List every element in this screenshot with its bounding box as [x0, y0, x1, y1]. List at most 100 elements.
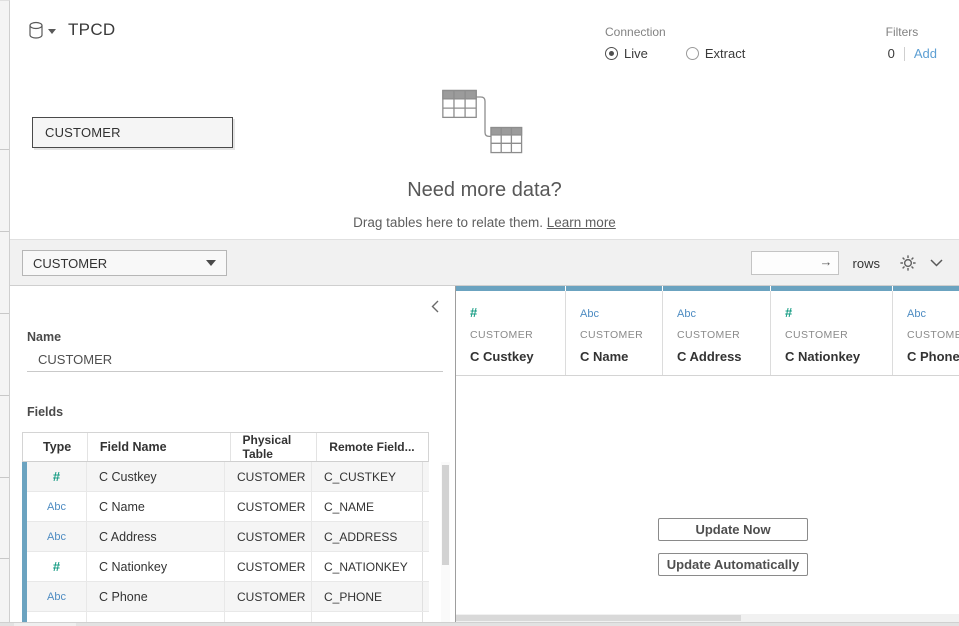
- physical-table-cell: CUSTOMER: [225, 462, 312, 491]
- column-table-caption: CUSTOMER: [907, 329, 959, 341]
- data-grid-hscrollbar[interactable]: [456, 614, 959, 622]
- empty-state-subtitle: Drag tables here to relate them. Learn m…: [10, 215, 959, 230]
- radio-extract-icon[interactable]: [686, 47, 699, 60]
- column-field-name: C Phone: [907, 349, 959, 364]
- grid-col-c-custkey[interactable]: # CUSTOMER C Custkey: [456, 286, 566, 375]
- field-name-cell: C Nationkey: [87, 552, 225, 581]
- relationship-canvas: TPCD Connection Live Extract Filters 0 A…: [10, 0, 959, 240]
- pane-tick: [0, 395, 9, 396]
- column-field-name: C Name: [580, 349, 662, 364]
- rows-label: rows: [853, 256, 880, 271]
- fields-label: Fields: [27, 405, 63, 419]
- string-type-icon: Abc: [580, 308, 599, 320]
- row-count-input-wrap: →: [751, 251, 839, 275]
- tableau-datasource-page: TPCD Connection Live Extract Filters 0 A…: [0, 0, 959, 626]
- table-details-panel: Name CUSTOMER Fields Type Field Name Phy…: [10, 286, 455, 626]
- filters-label: Filters: [886, 25, 937, 39]
- fields-table-scrollbar[interactable]: [441, 462, 450, 626]
- data-grid-header: # CUSTOMER C Custkey Abc CUSTOMER C Name: [456, 286, 959, 376]
- physical-table-cell: CUSTOMER: [225, 582, 312, 611]
- fields-table-body: # C Custkey CUSTOMER C_CUSTKEY Abc C Nam…: [22, 462, 429, 626]
- radio-live-icon[interactable]: [605, 47, 618, 60]
- lower-section: Name CUSTOMER Fields Type Field Name Phy…: [10, 286, 959, 626]
- update-now-button[interactable]: Update Now: [658, 518, 808, 541]
- pane-tick: [0, 558, 9, 559]
- filters-add-link[interactable]: Add: [914, 46, 937, 61]
- dropdown-caret-icon: [206, 260, 216, 266]
- database-icon[interactable]: [28, 21, 44, 40]
- remote-field-cell: C_NATIONKEY: [312, 552, 423, 581]
- empty-state: Need more data? Drag tables here to rela…: [10, 88, 959, 230]
- number-type-icon: #: [53, 469, 60, 484]
- pane-tick: [0, 149, 9, 150]
- column-table-caption: CUSTOMER: [785, 329, 892, 341]
- pane-tick: [0, 231, 9, 232]
- field-name-cell: C Custkey: [87, 462, 225, 491]
- data-grid-panel: # CUSTOMER C Custkey Abc CUSTOMER C Name: [456, 286, 959, 626]
- filters-count: 0: [888, 46, 895, 61]
- column-table-caption: CUSTOMER: [580, 329, 662, 341]
- window-bottom-edge: [0, 622, 959, 626]
- connection-label: Connection: [605, 25, 745, 39]
- column-field-name: C Address: [677, 349, 770, 364]
- field-row-c-custkey[interactable]: # C Custkey CUSTOMER C_CUSTKEY: [27, 462, 429, 492]
- pane-tick: [0, 313, 9, 314]
- field-name-cell: C Phone: [87, 582, 225, 611]
- col-header-field-name[interactable]: Field Name: [88, 433, 231, 461]
- fields-table: Type Field Name Physical Table Remote Fi…: [22, 432, 429, 626]
- field-row-c-nationkey[interactable]: # C Nationkey CUSTOMER C_NATIONKEY: [27, 552, 429, 582]
- datasource-name: TPCD: [68, 20, 115, 40]
- collapse-panel-chevron-icon[interactable]: [427, 298, 443, 314]
- column-table-caption: CUSTOMER: [470, 329, 565, 341]
- grid-col-c-address[interactable]: Abc CUSTOMER C Address: [663, 286, 771, 375]
- empty-state-title: Need more data?: [10, 179, 959, 202]
- pane-tick: [0, 477, 9, 478]
- column-table-caption: CUSTOMER: [677, 329, 770, 341]
- fields-table-scrollbar-thumb[interactable]: [442, 465, 449, 565]
- table-select-value: CUSTOMER: [33, 256, 107, 271]
- radio-live-label: Live: [624, 46, 648, 61]
- col-header-remote-field[interactable]: Remote Field...: [317, 433, 428, 461]
- col-header-type[interactable]: Type: [23, 433, 88, 461]
- field-row-c-name[interactable]: Abc C Name CUSTOMER C_NAME: [27, 492, 429, 522]
- table-name-input[interactable]: CUSTOMER: [27, 348, 443, 372]
- grid-settings-gear-icon[interactable]: [900, 255, 916, 271]
- string-type-icon: Abc: [47, 501, 66, 513]
- fields-table-header: Type Field Name Physical Table Remote Fi…: [22, 432, 429, 462]
- string-type-icon: Abc: [47, 531, 66, 543]
- collapsed-left-pane[interactable]: [0, 0, 10, 626]
- col-header-physical-table[interactable]: Physical Table: [231, 433, 318, 461]
- physical-table-cell: CUSTOMER: [225, 522, 312, 551]
- string-type-icon: Abc: [677, 308, 696, 320]
- radio-extract[interactable]: Extract: [686, 46, 745, 61]
- apply-rows-arrow-icon[interactable]: →: [820, 254, 833, 269]
- radio-extract-label: Extract: [705, 46, 745, 61]
- connection-block: Connection Live Extract: [605, 25, 745, 61]
- number-type-icon: #: [785, 305, 792, 320]
- grid-col-c-phone[interactable]: Abc CUSTOMER C Phone: [893, 286, 959, 375]
- number-type-icon: #: [470, 305, 477, 320]
- radio-live[interactable]: Live: [605, 46, 648, 61]
- grid-col-c-name[interactable]: Abc CUSTOMER C Name: [566, 286, 663, 375]
- number-type-icon: #: [53, 559, 60, 574]
- datasource-title: TPCD: [28, 20, 115, 40]
- remote-field-cell: C_PHONE: [312, 582, 423, 611]
- field-row-c-phone[interactable]: Abc C Phone CUSTOMER C_PHONE: [27, 582, 429, 612]
- grid-col-c-nationkey[interactable]: # CUSTOMER C Nationkey: [771, 286, 893, 375]
- field-name-cell: C Name: [87, 492, 225, 521]
- update-automatically-button[interactable]: Update Automatically: [658, 553, 808, 576]
- data-grid-hscrollbar-thumb[interactable]: [456, 615, 741, 621]
- physical-table-cell: CUSTOMER: [225, 552, 312, 581]
- learn-more-link[interactable]: Learn more: [547, 215, 616, 230]
- database-dropdown-caret-icon[interactable]: [48, 29, 56, 34]
- field-name-cell: C Address: [87, 522, 225, 551]
- string-type-icon: Abc: [47, 591, 66, 603]
- remote-field-cell: C_NAME: [312, 492, 423, 521]
- filters-divider: [904, 47, 905, 61]
- table-select-dropdown[interactable]: CUSTOMER: [22, 250, 227, 276]
- empty-state-subtitle-text: Drag tables here to relate them.: [353, 215, 547, 230]
- collapse-grid-chevron-icon[interactable]: [930, 259, 943, 267]
- remote-field-cell: C_CUSTKEY: [312, 462, 423, 491]
- field-row-c-address[interactable]: Abc C Address CUSTOMER C_ADDRESS: [27, 522, 429, 552]
- column-field-name: C Nationkey: [785, 349, 892, 364]
